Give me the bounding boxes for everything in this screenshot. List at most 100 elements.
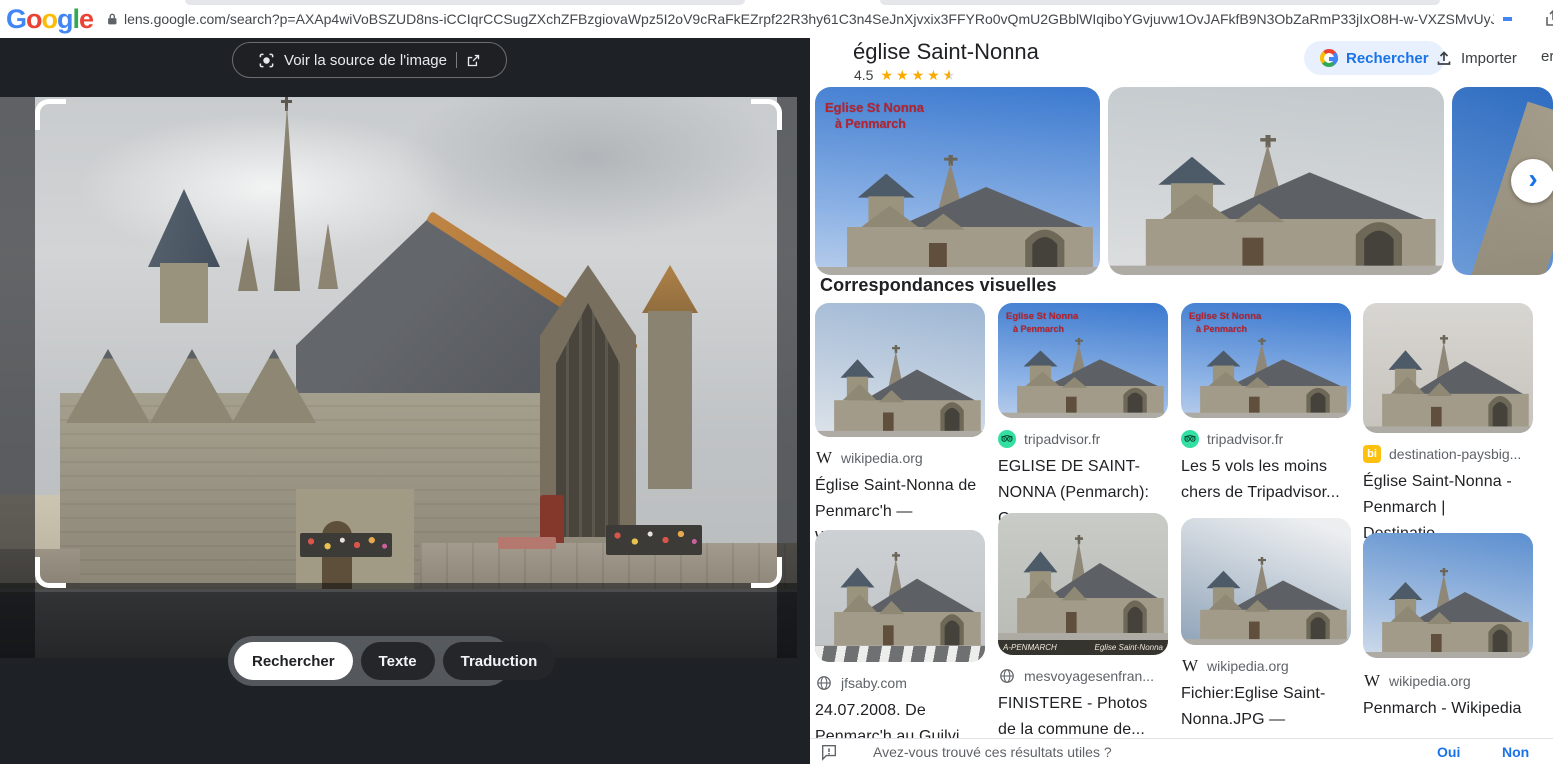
match-card[interactable]: A-PENMARCH Eglise Saint-Nonna mesvoyagese… [998, 513, 1168, 743]
tab-texte-label: Texte [378, 652, 417, 670]
import-button-label: Importer [1461, 49, 1517, 67]
photo-flower-box [606, 525, 702, 555]
tripadvisor-favicon-icon [1181, 430, 1199, 448]
tab-traduction-label: Traduction [460, 652, 538, 670]
upload-icon [1435, 49, 1453, 67]
star-icon [927, 68, 940, 82]
crop-dim-left [0, 97, 35, 658]
match-card[interactable]: Eglise St Nonna à Penmarch tripadvisor.fr… [1181, 303, 1351, 506]
match-thumbnail[interactable] [815, 303, 985, 437]
photo-gable [150, 349, 234, 423]
half-star-icon [943, 68, 957, 82]
match-title[interactable]: Penmarch - Wikipedia [1363, 696, 1533, 722]
match-card[interactable]: wikipedia.org Fichier:Eglise Saint-Nonna… [1181, 518, 1351, 759]
tab-texte[interactable]: Texte [360, 642, 435, 680]
photo-tower-body [160, 263, 208, 323]
match-thumbnail[interactable]: A-PENMARCH Eglise Saint-Nonna [998, 513, 1168, 655]
photo-spire-cross [281, 100, 292, 103]
import-button[interactable]: Importer [1435, 43, 1517, 73]
rating-value: 4.5 [854, 67, 874, 83]
thumbnail-crosswalk [815, 646, 985, 662]
top-result-image[interactable]: Eglise St Nonna à Penmarch [815, 87, 1100, 275]
crop-handle-bottom-left[interactable] [35, 557, 66, 588]
google-lens-page: Google lens.google.com/search?p=AXAp4wiV… [0, 0, 1553, 764]
external-link-icon [466, 53, 481, 68]
globe-favicon-icon [815, 674, 833, 692]
section-title: Correspondances visuelles [820, 275, 1057, 295]
share-icon[interactable] [1544, 9, 1553, 27]
clipped-button-label[interactable]: er [1541, 48, 1553, 65]
match-domain: tripadvisor.fr [1024, 431, 1101, 447]
padlock-icon[interactable] [104, 11, 120, 27]
feedback-bar: Avez-vous trouvé ces résultats utiles ? … [810, 738, 1553, 764]
crop-handle-top-left[interactable] [35, 99, 66, 130]
match-thumbnail[interactable] [1363, 533, 1533, 658]
match-title[interactable]: Les 5 vols les moins chers de Tripadviso… [1181, 454, 1351, 506]
photo-flower-box [300, 533, 392, 557]
globe-favicon-icon [998, 667, 1016, 685]
image-overlay-text: Eglise St Nonna à Penmarch [1189, 311, 1262, 334]
match-card[interactable]: Eglise St Nonna à Penmarch tripadvisor.fr… [998, 303, 1168, 532]
match-thumbnail[interactable] [1181, 518, 1351, 645]
match-card[interactable]: destination-paysbig... Église Saint-Nonn… [1363, 303, 1533, 547]
star-icon [880, 68, 893, 82]
match-title[interactable]: FINISTERE - Photos de la commune de... [998, 691, 1168, 743]
wikipedia-favicon-icon [1363, 672, 1381, 690]
photo-turret-roof [642, 265, 698, 313]
browser-tab-hint[interactable] [185, 0, 745, 5]
match-domain: tripadvisor.fr [1207, 431, 1284, 447]
match-thumbnail[interactable] [815, 530, 985, 662]
tab-traduction[interactable]: Traduction [442, 642, 556, 680]
view-image-source-label: Voir la source de l'image [284, 51, 447, 69]
match-domain: jfsaby.com [841, 675, 907, 691]
match-thumbnail[interactable]: Eglise St Nonna à Penmarch [998, 303, 1168, 418]
button-divider [455, 52, 457, 68]
image-overlay-text: Eglise St Nonna à Penmarch [1006, 311, 1079, 334]
crop-handle-bottom-right[interactable] [751, 557, 782, 588]
browser-toolbar: Google lens.google.com/search?p=AXAp4wiV… [0, 0, 1553, 38]
search-button[interactable]: Rechercher [1304, 41, 1445, 75]
query-image[interactable] [0, 97, 797, 658]
rating[interactable]: 4.5 [854, 67, 957, 83]
destination-favicon-icon [1363, 445, 1381, 463]
feedback-no-button[interactable]: Non [1502, 744, 1529, 760]
photo-bench [498, 537, 556, 549]
lens-icon [258, 52, 275, 69]
tab-rechercher[interactable]: Rechercher [234, 642, 353, 680]
match-card[interactable]: wikipedia.org Église Saint-Nonna de Penm… [815, 303, 985, 551]
results-panel: église Saint-Nonna 4.5 Rechercher Import… [810, 38, 1553, 764]
feedback-icon [820, 743, 838, 761]
google-logo: Google [6, 4, 94, 34]
match-thumbnail[interactable]: Eglise St Nonna à Penmarch [1181, 303, 1351, 418]
lens-mode-tabs: Rechercher Texte Traduction [228, 636, 556, 686]
photo-turret [648, 311, 692, 489]
match-domain: wikipedia.org [1207, 658, 1289, 674]
next-images-button[interactable] [1511, 159, 1553, 203]
top-result-image[interactable] [1108, 87, 1444, 275]
google-g-icon [1320, 49, 1338, 67]
star-icon [896, 68, 909, 82]
result-entity-title: église Saint-Nonna [853, 39, 1039, 64]
match-card[interactable]: jfsaby.com 24.07.2008. De Penmarc'h au G… [815, 530, 985, 750]
match-domain: mesvoyagesenfran... [1024, 668, 1154, 684]
feedback-yes-button[interactable]: Oui [1437, 744, 1460, 760]
view-image-source-button[interactable]: Voir la source de l'image [232, 42, 507, 78]
feedback-question: Avez-vous trouvé ces résultats utiles ? [873, 744, 1112, 760]
crop-handle-top-right[interactable] [751, 99, 782, 130]
url-bar[interactable]: lens.google.com/search?p=AXAp4wiVoBSZUD8… [124, 11, 1494, 27]
match-domain: wikipedia.org [841, 450, 923, 466]
browser-tab-hint[interactable] [880, 0, 1440, 5]
wikipedia-favicon-icon [1181, 657, 1199, 675]
match-card[interactable]: wikipedia.org Penmarch - Wikipedia [1363, 533, 1533, 722]
match-domain: wikipedia.org [1389, 673, 1471, 689]
star-icon [912, 68, 925, 82]
tripadvisor-favicon-icon [998, 430, 1016, 448]
match-thumbnail[interactable] [1363, 303, 1533, 433]
wikipedia-favicon-icon [815, 449, 833, 467]
image-overlay-text: Eglise St Nonna à Penmarch [825, 100, 924, 131]
thumbnail-caption: A-PENMARCH Eglise Saint-Nonna [998, 640, 1168, 655]
match-domain: destination-paysbig... [1389, 446, 1522, 462]
tab-rechercher-label: Rechercher [252, 652, 335, 670]
photo-gable [66, 349, 150, 423]
search-button-label: Rechercher [1346, 49, 1429, 67]
